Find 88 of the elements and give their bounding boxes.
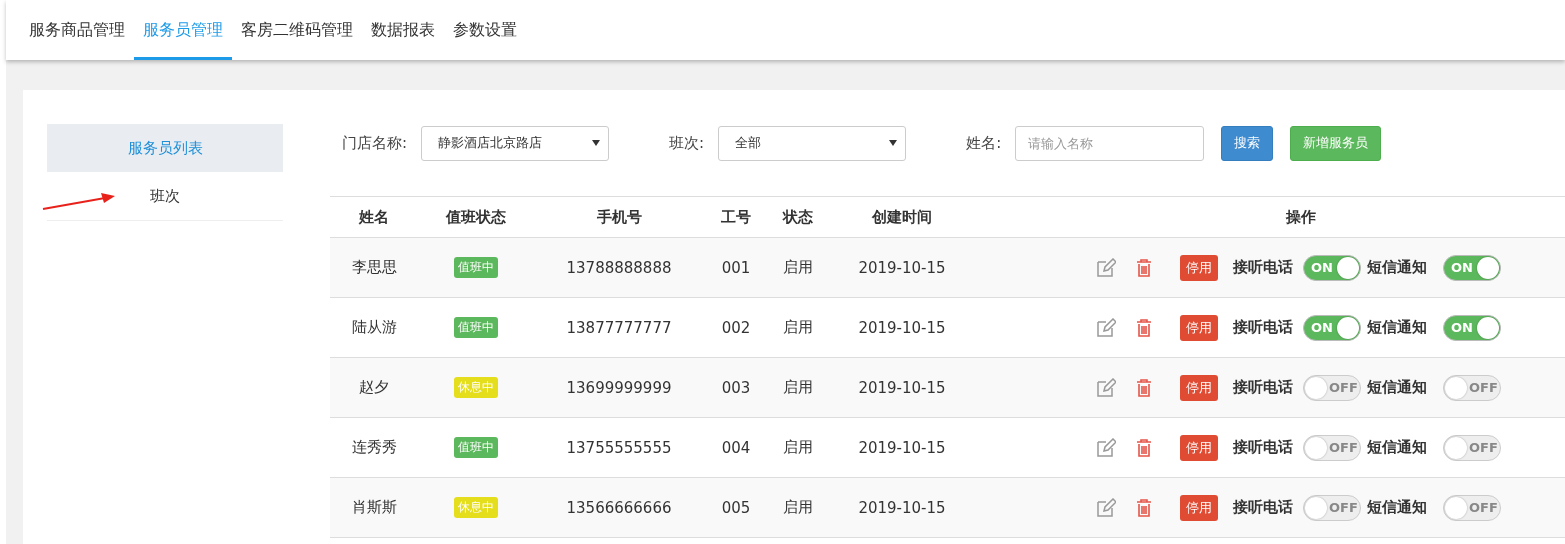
field-label: 门店名称: <box>342 133 408 153</box>
arrow-icon <box>41 192 117 212</box>
table-cell-text: 13788888888 <box>565 258 673 277</box>
disable-button[interactable]: 停用 <box>1180 434 1218 461</box>
duty-status-badge: 值班中 <box>454 317 498 338</box>
toggle-label: 短信通知 <box>1367 258 1427 277</box>
table-cell-text: 陆从游 <box>350 318 398 337</box>
toggle-switch[interactable]: ON <box>1443 314 1501 341</box>
search-button[interactable]: 搜索 <box>1221 125 1274 161</box>
table-cell-text: 启用 <box>782 258 814 277</box>
nav-tab[interactable]: 客房二维码管理 <box>232 0 362 60</box>
disable-button[interactable]: 停用 <box>1180 494 1218 521</box>
table-cell-text: 连秀秀 <box>350 438 398 457</box>
column-header: 状态 <box>781 207 814 227</box>
toggle-label: 接听电话 <box>1233 258 1293 277</box>
edit-icon[interactable] <box>1096 377 1116 398</box>
table-cell-text: 003 <box>720 378 752 397</box>
toggle-switch[interactable]: ON <box>1303 254 1361 281</box>
table-cell-text: 启用 <box>782 378 814 397</box>
column-header: 姓名 <box>358 207 390 227</box>
table-cell-text: 2019-10-15 <box>857 498 947 517</box>
toggle-label: 短信通知 <box>1367 498 1427 517</box>
edit-icon[interactable] <box>1096 497 1116 518</box>
table-cell-text: 肖斯斯 <box>350 498 398 517</box>
disable-button[interactable]: 停用 <box>1180 374 1218 401</box>
table-cell-text: 李思思 <box>350 258 398 277</box>
trash-icon[interactable] <box>1134 317 1154 338</box>
toggle-label: 接听电话 <box>1233 378 1293 397</box>
toggle-switch[interactable]: OFF <box>1443 374 1501 401</box>
toggle-label: 接听电话 <box>1233 318 1293 337</box>
add-button[interactable]: 新增服务员 <box>1290 125 1382 161</box>
disable-button[interactable]: 停用 <box>1180 254 1218 281</box>
toggle-switch[interactable]: OFF <box>1443 494 1501 521</box>
table-cell-text: 启用 <box>782 318 814 337</box>
table-cell-text: 2019-10-15 <box>857 258 947 277</box>
edit-icon[interactable] <box>1096 317 1116 338</box>
table-cell-text: 启用 <box>782 438 814 457</box>
toggle-label: 短信通知 <box>1367 378 1427 397</box>
field-label: 班次: <box>669 133 705 153</box>
trash-icon[interactable] <box>1134 257 1154 278</box>
trash-icon[interactable] <box>1134 437 1154 458</box>
column-header: 值班状态 <box>444 207 507 227</box>
table-cell-text: 13755555555 <box>565 438 673 457</box>
toggle-label: 短信通知 <box>1367 318 1427 337</box>
toggle-label: 接听电话 <box>1233 438 1293 457</box>
toggle-label: 短信通知 <box>1367 438 1427 457</box>
toggle-label: 接听电话 <box>1233 498 1293 517</box>
table-cell-text: 004 <box>720 438 752 457</box>
table-cell-text: 001 <box>720 258 752 277</box>
table-cell-text: 2019-10-15 <box>857 378 947 397</box>
column-header: 操作 <box>1284 207 1317 227</box>
nav-tab[interactable]: 参数设置 <box>444 0 526 60</box>
toggle-switch[interactable]: ON <box>1443 254 1501 281</box>
table-cell-text: 13877777777 <box>565 318 673 337</box>
store-select[interactable]: 静影酒店北京路店 <box>421 125 610 161</box>
caret-icon <box>592 140 601 146</box>
table-cell-text: 2019-10-15 <box>857 318 947 337</box>
table-cell-text: 005 <box>720 498 752 517</box>
field-label: 姓名: <box>966 133 1002 153</box>
toggle-switch[interactable]: OFF <box>1303 494 1361 521</box>
disable-button[interactable]: 停用 <box>1180 314 1218 341</box>
toggle-switch[interactable]: OFF <box>1303 434 1361 461</box>
table-cell-text: 2019-10-15 <box>857 438 947 457</box>
name-input-field[interactable]: 请输入名称 <box>1015 125 1205 161</box>
toggle-switch[interactable]: OFF <box>1303 374 1361 401</box>
toggle-switch[interactable]: ON <box>1303 314 1361 341</box>
table-cell-text: 13566666666 <box>565 498 673 517</box>
nav-tab[interactable]: 服务商品管理 <box>20 0 134 60</box>
trash-icon[interactable] <box>1134 497 1154 518</box>
nav-tab[interactable]: 数据报表 <box>362 0 444 60</box>
duty-status-badge: 值班中 <box>454 437 498 458</box>
toggle-switch[interactable]: OFF <box>1443 434 1501 461</box>
shift-select[interactable]: 全部 <box>718 125 907 161</box>
table-cell-text: 赵夕 <box>358 378 390 397</box>
trash-icon[interactable] <box>1134 377 1154 398</box>
edit-icon[interactable] <box>1096 257 1116 278</box>
column-header: 创建时间 <box>871 207 933 227</box>
sidebar-item[interactable]: 服务员列表 <box>47 124 283 172</box>
column-header: 工号 <box>720 207 752 227</box>
column-header: 手机号 <box>595 207 643 227</box>
table-cell-text: 13699999999 <box>565 378 673 397</box>
edit-icon[interactable] <box>1096 437 1116 458</box>
duty-status-badge: 值班中 <box>454 257 498 278</box>
duty-status-badge: 休息中 <box>454 497 498 518</box>
duty-status-badge: 休息中 <box>454 377 498 398</box>
table-cell-text: 启用 <box>782 498 814 517</box>
caret-icon <box>889 140 898 146</box>
table-cell-text: 002 <box>720 318 752 337</box>
